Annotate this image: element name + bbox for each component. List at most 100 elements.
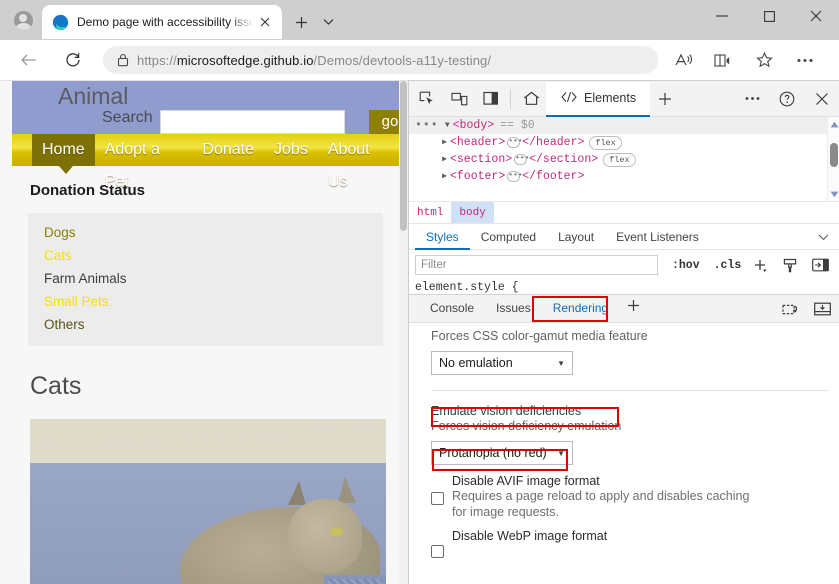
devtools-toolbar: Elements: [409, 81, 839, 117]
site-search-label: Search: [102, 109, 153, 127]
dom-row-partial[interactable]: [409, 185, 839, 201]
chevron-right-icon[interactable]: ▶: [439, 134, 450, 151]
flex-badge[interactable]: flex: [589, 136, 621, 150]
breadcrumb-item-html[interactable]: html: [409, 202, 451, 224]
list-item[interactable]: Farm Animals: [28, 267, 383, 290]
site-nav-item-home[interactable]: Home: [32, 134, 95, 166]
highlight-box-rendering-tab: [532, 296, 608, 322]
devtools-home-icon[interactable]: [516, 82, 546, 116]
devtools-help-icon[interactable]: [773, 85, 801, 113]
browser-tab[interactable]: Demo page with accessibility issu: [42, 5, 282, 39]
devtools-add-tab-icon[interactable]: [650, 84, 680, 114]
tab-close-icon[interactable]: [254, 11, 276, 33]
list-item[interactable]: Cats: [28, 244, 383, 267]
window-close-icon[interactable]: [793, 0, 839, 32]
dom-row-body[interactable]: ••• ▼ <body> == $0: [409, 117, 839, 134]
toggle-pane-icon[interactable]: [809, 254, 831, 276]
dom-row-footer[interactable]: ▶ <footer> ••• </footer>: [409, 168, 839, 185]
dom-scrollbar-thumb[interactable]: [830, 143, 838, 167]
chevron-right-icon[interactable]: ▶: [439, 168, 450, 185]
page-scrollbar-thumb[interactable]: [400, 81, 407, 231]
new-view-icon[interactable]: [779, 298, 801, 320]
dom-closing-tag: </footer>: [522, 168, 584, 185]
scroll-down-arrow-icon[interactable]: [829, 189, 839, 199]
read-aloud-icon[interactable]: [668, 44, 700, 76]
photo-tile: [324, 575, 386, 584]
tab-event-listeners[interactable]: Event Listeners: [605, 224, 710, 250]
collapsed-children-icon[interactable]: •••: [507, 171, 520, 182]
dock-bottom-icon[interactable]: [811, 298, 833, 320]
computed-styles-brush-icon[interactable]: [779, 254, 801, 276]
styles-tabs-chevron-down-icon[interactable]: [815, 229, 831, 245]
vision-deficiency-description: Forces vision deficiency emulation: [431, 419, 839, 433]
site-nav-item-adopt[interactable]: Adopt a Pet: [95, 134, 193, 166]
new-tab-button[interactable]: [288, 10, 314, 34]
dom-row-header[interactable]: ▶ <header> ••• </header> flex: [409, 134, 839, 151]
disable-webp-title: Disable WebP image format: [452, 529, 607, 543]
site-nav-item-about[interactable]: About Us: [318, 134, 399, 166]
class-state-button[interactable]: .cls: [714, 259, 742, 272]
list-item[interactable]: Small Pets: [28, 290, 383, 313]
web-page: Animal Search go Home Adopt a Pet Donate…: [12, 81, 399, 584]
styles-tab-strip: Styles Computed Layout Event Listeners: [409, 223, 839, 250]
collapsed-children-icon[interactable]: •••: [507, 137, 520, 148]
cat-ear-right: [338, 477, 356, 503]
profile-avatar-icon: [14, 11, 33, 30]
collapsed-children-icon[interactable]: •••: [514, 154, 527, 165]
browser-more-ellipsis-icon[interactable]: [789, 44, 821, 76]
devtools-more-ellipsis-icon[interactable]: [738, 85, 766, 113]
list-item[interactable]: Others: [28, 313, 383, 336]
chevron-right-icon[interactable]: ▶: [439, 151, 450, 168]
dom-tree-scrollbar[interactable]: [827, 117, 839, 201]
cat-head: [288, 499, 362, 573]
dom-tag-name: header: [457, 136, 498, 149]
window-maximize-icon[interactable]: [746, 0, 792, 32]
setting-disable-avif[interactable]: Disable AVIF image format Requires a pag…: [431, 474, 839, 520]
devtools-close-icon[interactable]: [808, 85, 836, 113]
scroll-up-arrow-icon[interactable]: [829, 119, 839, 129]
inspect-element-icon[interactable]: [413, 85, 441, 113]
site-nav-item-donate[interactable]: Donate: [192, 134, 264, 166]
dom-tree[interactable]: ••• ▼ <body> == $0 ▶ <header> ••• </head…: [409, 117, 839, 201]
drawer-tab-strip: Console Issues Rendering: [409, 295, 839, 323]
disable-webp-checkbox[interactable]: [431, 545, 444, 558]
cat-eye: [330, 527, 343, 536]
color-gamut-select[interactable]: No emulation ▼: [431, 351, 573, 375]
hover-state-button[interactable]: :hov: [672, 259, 700, 272]
dom-row-section[interactable]: ▶ <section> ••• </section> flex: [409, 151, 839, 168]
tab-console[interactable]: Console: [419, 295, 485, 322]
site-search-input[interactable]: [160, 110, 345, 134]
vision-deficiency-select[interactable]: Protanopia (no red) ▼: [431, 441, 573, 465]
tab-elements[interactable]: Elements: [546, 82, 650, 117]
disable-avif-checkbox[interactable]: [431, 492, 444, 505]
site-nav-item-jobs[interactable]: Jobs: [264, 134, 318, 166]
star-icon[interactable]: [748, 44, 780, 76]
page-viewport: Animal Search go Home Adopt a Pet Donate…: [0, 80, 408, 584]
new-style-rule-plus-icon[interactable]: [749, 254, 771, 276]
styles-filter-input[interactable]: Filter: [415, 255, 658, 275]
flex-badge[interactable]: flex: [603, 153, 635, 167]
window-minimize-icon[interactable]: [699, 0, 745, 32]
color-gamut-description: Forces CSS color-gamut media feature: [431, 329, 839, 343]
device-emulation-icon[interactable]: [445, 85, 473, 113]
site-go-button[interactable]: go: [369, 110, 399, 134]
drawer-add-tab-icon[interactable]: [619, 295, 648, 322]
reload-button[interactable]: [57, 44, 89, 76]
dom-tag-name: footer: [457, 170, 498, 183]
immersive-reader-icon[interactable]: [707, 44, 739, 76]
dom-row-ellipsis-icon[interactable]: •••: [415, 117, 439, 134]
profile-button[interactable]: [8, 7, 38, 33]
tab-menu-chevron-down-icon[interactable]: [316, 10, 340, 34]
styles-filter-row: Filter :hov .cls: [409, 250, 839, 280]
url-input[interactable]: https://microsoftedge.github.io/Demos/de…: [103, 46, 658, 74]
list-item[interactable]: Dogs: [28, 221, 383, 244]
dock-side-icon[interactable]: [477, 85, 505, 113]
tab-layout[interactable]: Layout: [547, 224, 605, 250]
chevron-down-icon[interactable]: ▼: [442, 117, 453, 134]
breadcrumb-item-body[interactable]: body: [451, 202, 493, 224]
page-scrollbar[interactable]: [399, 81, 408, 584]
tab-styles[interactable]: Styles: [415, 224, 470, 250]
tab-computed[interactable]: Computed: [470, 224, 547, 250]
back-button[interactable]: [12, 44, 44, 76]
setting-disable-webp[interactable]: Disable WebP image format: [431, 529, 839, 558]
